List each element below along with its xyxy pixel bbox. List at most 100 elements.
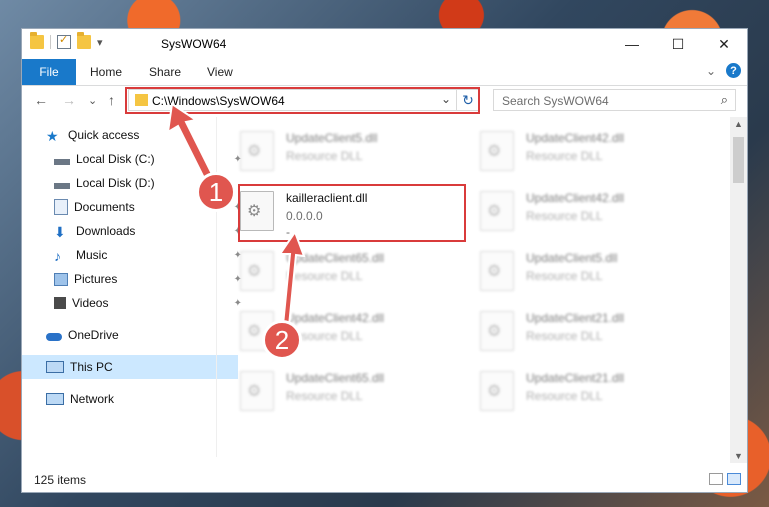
sidebar-item-pictures[interactable]: Pictures ✦	[22, 267, 246, 291]
sidebar-item-label: Videos	[72, 296, 109, 310]
file-item[interactable]: UpdateClient65.dll Resource DLL	[240, 367, 460, 419]
vertical-scrollbar[interactable]: ▲ ▼	[730, 117, 747, 463]
dll-file-icon	[240, 131, 274, 171]
address-highlight-box	[125, 87, 480, 114]
search-placeholder: Search SysWOW64	[502, 94, 609, 108]
network-icon	[46, 393, 64, 405]
drive-icon	[54, 183, 70, 189]
file-name: UpdateClient21.dll	[526, 371, 625, 385]
sidebar-item-label: This PC	[70, 360, 113, 374]
item-count: 125 items	[34, 473, 87, 487]
up-button[interactable]: ↑	[108, 92, 115, 108]
sidebar-item-label: Documents	[74, 200, 135, 214]
properties-icon[interactable]	[57, 33, 71, 49]
folder-icon[interactable]	[30, 32, 44, 49]
computer-icon	[46, 361, 64, 373]
sidebar-item-videos[interactable]: Videos ✦	[22, 291, 246, 315]
file-item[interactable]: UpdateClient21.dll Resource DLL	[480, 367, 700, 419]
dll-file-icon	[480, 251, 514, 291]
file-item[interactable]: UpdateClient65.dll Resource DLL	[240, 247, 460, 299]
file-name: UpdateClient21.dll	[526, 311, 625, 325]
file-name: UpdateClient5.dll	[286, 131, 378, 145]
scroll-up-icon[interactable]: ▲	[730, 119, 747, 129]
forward-button[interactable]: →	[62, 92, 76, 108]
dll-file-icon	[240, 251, 274, 291]
help-icon[interactable]: ?	[726, 63, 741, 78]
file-description: Resource DLL	[526, 209, 603, 223]
sidebar-item-network[interactable]: Network	[22, 387, 238, 411]
expand-ribbon-icon[interactable]: ⌄	[706, 64, 716, 78]
sidebar-item-label: OneDrive	[68, 328, 119, 342]
pane-divider[interactable]	[216, 117, 217, 457]
file-name: UpdateClient42.dll	[286, 311, 385, 325]
title-bar: ▾ SysWOW64 — ☐ ✕	[22, 29, 747, 59]
documents-icon	[54, 199, 68, 215]
file-item[interactable]: UpdateClient42.dll Resource DLL	[480, 127, 700, 179]
ribbon: File Home Share View ⌄ ?	[22, 59, 747, 86]
file-list: UpdateClient5.dll Resource DLL kaillerac…	[222, 121, 727, 451]
window-title: SysWOW64	[161, 37, 227, 51]
sidebar-item-quick-access[interactable]: ★ Quick access	[22, 123, 238, 147]
file-description: Resource DLL	[286, 389, 363, 403]
divider	[50, 35, 51, 49]
large-icons-view-icon[interactable]	[727, 473, 741, 485]
file-item[interactable]: UpdateClient21.dll Resource DLL	[480, 307, 700, 359]
details-view-icon[interactable]	[709, 473, 723, 485]
file-name: UpdateClient42.dll	[526, 191, 625, 205]
tab-home[interactable]: Home	[90, 65, 122, 79]
sidebar-item-label: Quick access	[68, 128, 140, 142]
back-button[interactable]: ←	[34, 92, 48, 108]
star-icon: ★	[46, 128, 59, 144]
sidebar-item-label: Local Disk (C:)	[76, 152, 155, 166]
file-description: Resource DLL	[526, 389, 603, 403]
file-name: UpdateClient65.dll	[286, 251, 385, 265]
file-name: UpdateClient42.dll	[526, 131, 625, 145]
navigation-pane: ★ Quick access Local Disk (C:) ✦ Local D…	[22, 123, 242, 443]
sidebar-item-downloads[interactable]: ⬇ Downloads ✦	[22, 219, 246, 243]
maximize-button[interactable]: ☐	[655, 29, 701, 59]
file-name: UpdateClient65.dll	[286, 371, 385, 385]
sidebar-item-local-disk-c[interactable]: Local Disk (C:) ✦	[22, 147, 246, 171]
tab-file[interactable]: File	[22, 59, 76, 85]
file-item[interactable]: UpdateClient42.dll Resource DLL	[480, 187, 700, 239]
file-description: Resource DLL	[286, 149, 363, 163]
tab-view[interactable]: View	[207, 65, 233, 79]
search-icon[interactable]: ⌕	[721, 92, 728, 108]
close-button[interactable]: ✕	[701, 29, 747, 59]
downloads-icon: ⬇	[54, 224, 66, 240]
sidebar-item-label: Pictures	[74, 272, 118, 286]
file-item[interactable]: UpdateClient5.dll Resource DLL	[480, 247, 700, 299]
sidebar-item-this-pc[interactable]: This PC	[22, 355, 238, 379]
customize-icon[interactable]: ▾	[97, 36, 103, 49]
sidebar-item-label: Local Disk (D:)	[76, 176, 155, 190]
minimize-button[interactable]: —	[609, 29, 655, 59]
recent-locations-button[interactable]: ⌄	[88, 94, 97, 107]
drive-icon	[54, 159, 70, 165]
dll-file-icon	[240, 371, 274, 411]
music-icon: ♪	[54, 248, 61, 264]
sidebar-item-label: Music	[76, 248, 108, 262]
dll-file-icon	[480, 311, 514, 351]
file-description: Resource DLL	[526, 149, 603, 163]
sidebar-item-music[interactable]: ♪ Music ✦	[22, 243, 246, 267]
pictures-icon	[54, 272, 68, 286]
scroll-down-icon[interactable]: ▼	[730, 451, 747, 461]
callout-1: 1	[196, 172, 236, 212]
dll-file-icon	[480, 131, 514, 171]
sidebar-item-onedrive[interactable]: OneDrive	[22, 323, 238, 347]
search-input[interactable]: Search SysWOW64 ⌕	[493, 89, 736, 111]
file-item[interactable]: UpdateClient5.dll Resource DLL	[240, 127, 460, 179]
quick-access-toolbar: ▾	[30, 32, 103, 49]
sidebar-item-label: Downloads	[76, 224, 136, 238]
tab-share[interactable]: Share	[149, 65, 181, 79]
dll-file-icon	[480, 371, 514, 411]
dll-file-icon	[480, 191, 514, 231]
file-description: Resource DLL	[526, 329, 603, 343]
sidebar-item-label: Network	[70, 392, 115, 406]
file-description: Resource DLL	[526, 269, 603, 283]
scrollbar-thumb[interactable]	[733, 137, 744, 183]
videos-icon	[54, 297, 66, 309]
callout-2: 2	[262, 320, 302, 360]
new-folder-icon[interactable]	[77, 32, 91, 49]
file-name: UpdateClient5.dll	[526, 251, 618, 265]
